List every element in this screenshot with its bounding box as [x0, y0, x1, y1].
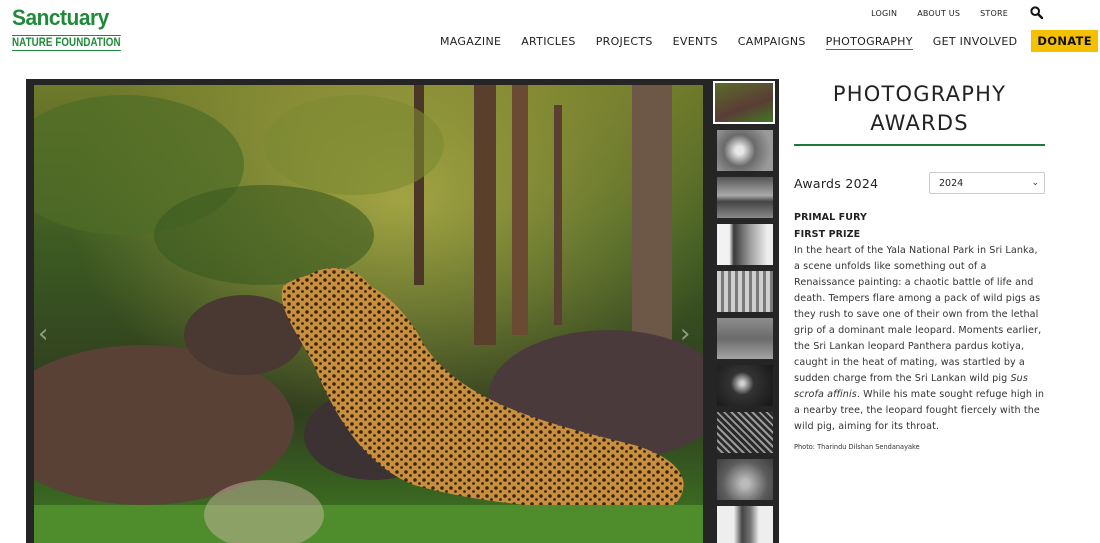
- search-icon[interactable]: [1030, 6, 1044, 20]
- year-select-value: 2024: [939, 177, 964, 189]
- logo-wordmark: Sanctuary: [12, 5, 109, 30]
- thumbnail-strip: [712, 81, 776, 543]
- year-select[interactable]: 2024 ⌄: [929, 172, 1045, 194]
- about-us-link[interactable]: ABOUT US: [917, 9, 960, 18]
- entry-prize: FIRST PRIZE: [794, 229, 861, 240]
- thumbnail[interactable]: [717, 318, 773, 359]
- nav-projects[interactable]: PROJECTS: [596, 32, 653, 51]
- main-nav: MAGAZINE ARTICLES PROJECTS EVENTS CAMPAI…: [440, 30, 1098, 52]
- photo-gallery: ‹ ›: [26, 79, 779, 543]
- nav-magazine[interactable]: MAGAZINE: [440, 32, 501, 51]
- nav-get-involved[interactable]: GET INVOLVED: [933, 32, 1018, 51]
- thumbnail[interactable]: [717, 177, 773, 218]
- next-arrow[interactable]: ›: [680, 319, 690, 349]
- page-title-line1: PHOTOGRAPHY: [832, 82, 1007, 106]
- thumbnail[interactable]: [717, 412, 773, 453]
- login-link[interactable]: LOGIN: [871, 9, 897, 18]
- prev-arrow[interactable]: ‹: [38, 319, 48, 349]
- title-divider: [794, 144, 1045, 146]
- donate-button[interactable]: DONATE: [1031, 30, 1098, 52]
- awards-label: Awards 2024: [794, 175, 879, 191]
- logo-subtitle: NATURE FOUNDATION: [12, 35, 121, 51]
- thumbnail[interactable]: [717, 365, 773, 406]
- description-main: In the heart of the Yala National Park i…: [794, 245, 1042, 384]
- award-details-panel: PHOTOGRAPHY AWARDS Awards 2024 2024 ⌄ PR…: [794, 80, 1045, 451]
- utility-bar: LOGIN ABOUT US STORE: [851, 6, 1044, 20]
- entry-title: PRIMAL FURY: [794, 212, 867, 223]
- page-title-line2: AWARDS: [870, 111, 969, 135]
- awards-year-row: Awards 2024 2024 ⌄: [794, 172, 1045, 194]
- photo-credit: Photo: Tharindu Dilshan Sendanayake: [794, 443, 920, 451]
- thumbnail[interactable]: [717, 506, 773, 543]
- thumbnail[interactable]: [713, 81, 775, 124]
- nav-articles[interactable]: ARTICLES: [521, 32, 575, 51]
- thumbnail[interactable]: [717, 459, 773, 500]
- page-title: PHOTOGRAPHY AWARDS: [794, 80, 1045, 138]
- nav-events[interactable]: EVENTS: [673, 32, 718, 51]
- nav-campaigns[interactable]: CAMPAIGNS: [738, 32, 806, 51]
- main-photo: [34, 85, 703, 543]
- store-link[interactable]: STORE: [980, 9, 1008, 18]
- chevron-down-icon: ⌄: [1031, 178, 1039, 188]
- logo[interactable]: Sanctuary NATURE FOUNDATION: [12, 5, 121, 51]
- thumbnail[interactable]: [717, 224, 773, 265]
- thumbnail[interactable]: [717, 271, 773, 312]
- nav-photography[interactable]: PHOTOGRAPHY: [825, 32, 913, 50]
- thumbnail[interactable]: [717, 130, 773, 171]
- entry-description: In the heart of the Yala National Park i…: [794, 243, 1045, 435]
